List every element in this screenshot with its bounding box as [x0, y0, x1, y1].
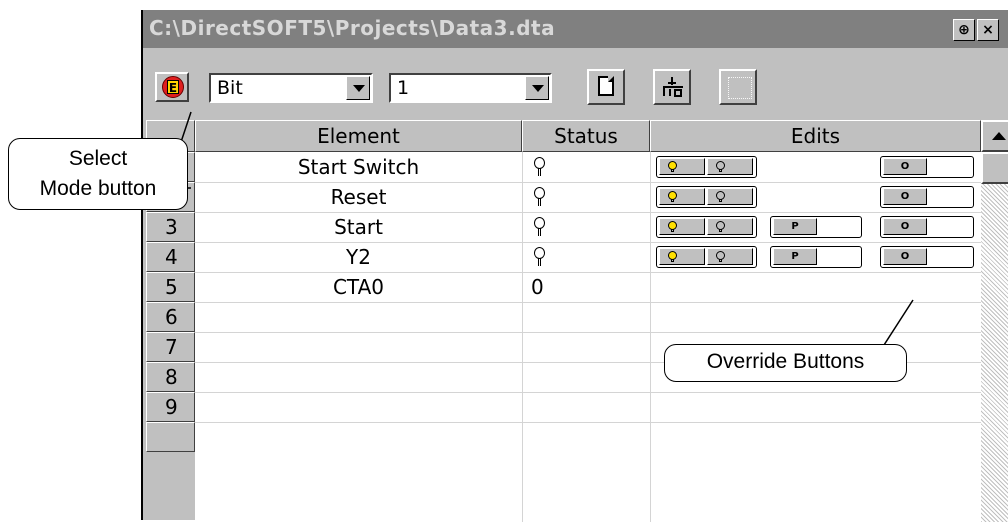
disabled-grid-icon — [728, 77, 752, 99]
bulb-off-icon — [716, 191, 725, 202]
override-buttons-callout: Override Buttons — [664, 344, 907, 382]
force-on-button[interactable] — [659, 248, 705, 265]
row-header[interactable]: 6 — [146, 302, 195, 332]
pin-icon: ⊕ — [958, 22, 970, 38]
element-cell[interactable]: CTA0 — [195, 272, 522, 302]
force-on-button[interactable] — [659, 188, 705, 205]
select-mode-button[interactable]: E — [155, 72, 189, 102]
toolbar: E Bit 1 — [143, 48, 1008, 120]
scroll-up-button[interactable] — [981, 120, 1008, 152]
data-view-window: C:\DirectSOFT5\Projects\Data3.dta ⊕ × E … — [141, 10, 1008, 522]
force-off-button[interactable] — [707, 248, 753, 265]
force-on-button[interactable] — [659, 158, 705, 175]
close-button[interactable]: × — [977, 19, 999, 41]
pin-button[interactable]: ⊕ — [953, 19, 975, 41]
chevron-down-icon[interactable] — [525, 76, 549, 100]
column-header-edits[interactable]: Edits — [650, 120, 981, 152]
bulb-on-icon — [668, 161, 677, 172]
vertical-scrollbar[interactable] — [981, 120, 1008, 522]
override-button[interactable]: O — [880, 246, 974, 268]
row-header[interactable] — [146, 422, 195, 452]
force-off-button[interactable] — [707, 218, 753, 235]
bulb-off-icon — [533, 247, 546, 267]
disabled-toolbar-button[interactable] — [719, 69, 757, 105]
bulb-on-icon — [668, 191, 677, 202]
element-cell[interactable]: Reset — [195, 182, 522, 212]
column-header-element[interactable]: Element — [195, 120, 522, 152]
force-off-button[interactable] — [707, 188, 753, 205]
override-toggle[interactable]: O — [883, 218, 927, 235]
format-value: 1 — [397, 77, 410, 99]
override-button[interactable]: O — [880, 156, 974, 178]
bulb-off-icon — [716, 221, 725, 232]
bulb-on-icon — [668, 251, 677, 262]
override-toggle[interactable]: O — [883, 158, 927, 175]
row-header[interactable]: 9 — [146, 392, 195, 422]
p-button[interactable]: P — [770, 246, 862, 268]
select-mode-callout: Select Mode button — [8, 138, 188, 210]
force-off-button[interactable] — [707, 158, 753, 175]
status-value: 0 — [531, 275, 544, 299]
bulb-off-icon — [716, 161, 725, 172]
data-type-select[interactable]: Bit — [209, 73, 373, 103]
override-button[interactable]: O — [880, 186, 974, 208]
row-header[interactable]: 8 — [146, 362, 195, 392]
override-button[interactable]: O — [880, 216, 974, 238]
row-header[interactable]: 3 — [146, 212, 195, 242]
new-button[interactable] — [587, 69, 625, 105]
data-type-value: Bit — [217, 77, 243, 99]
bulb-on-icon — [668, 221, 677, 232]
window-title: C:\DirectSOFT5\Projects\Data3.dta — [149, 16, 556, 40]
on-off-button-group[interactable] — [656, 156, 757, 178]
new-page-icon — [598, 76, 614, 96]
element-cell[interactable]: Start Switch — [195, 152, 522, 182]
p-button[interactable]: P — [770, 216, 862, 238]
scroll-thumb[interactable] — [981, 152, 1008, 184]
row-header[interactable]: 7 — [146, 332, 195, 362]
p-toggle[interactable]: P — [773, 248, 817, 265]
column-header-status[interactable]: Status — [522, 120, 650, 152]
chevron-down-icon[interactable] — [346, 76, 370, 100]
override-toggle[interactable]: O — [883, 188, 927, 205]
row-header[interactable]: 5 — [146, 272, 195, 302]
edit-mode-icon: E — [162, 76, 184, 98]
on-off-button-group[interactable] — [656, 216, 757, 238]
bulb-off-icon — [533, 217, 546, 237]
on-off-button-group[interactable] — [656, 186, 757, 208]
element-cell[interactable]: Y2 — [195, 242, 522, 272]
mode-letter: E — [167, 80, 179, 95]
on-off-button-group[interactable] — [656, 246, 757, 268]
title-bar[interactable]: C:\DirectSOFT5\Projects\Data3.dta ⊕ × — [143, 10, 1008, 48]
override-toggle[interactable]: O — [883, 248, 927, 265]
plc-write-button[interactable] — [653, 69, 691, 105]
close-icon: × — [982, 22, 994, 38]
p-toggle[interactable]: P — [773, 218, 817, 235]
bulb-off-icon — [533, 157, 546, 177]
plc-write-icon — [663, 77, 683, 97]
format-select[interactable]: 1 — [389, 73, 552, 103]
force-on-button[interactable] — [659, 218, 705, 235]
row-header[interactable]: 4 — [146, 242, 195, 272]
bulb-off-icon — [716, 251, 725, 262]
bulb-off-icon — [533, 187, 546, 207]
element-cell[interactable]: Start — [195, 212, 522, 242]
